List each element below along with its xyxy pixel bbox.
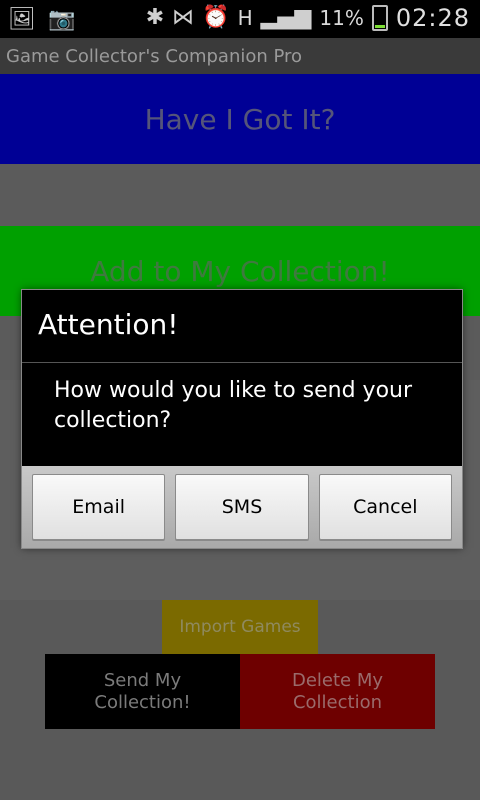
signal-type: H — [237, 6, 253, 30]
cancel-button[interactable]: Cancel — [318, 474, 452, 540]
email-button[interactable]: Email — [32, 474, 166, 540]
import-games-button[interactable]: Import Games — [162, 600, 318, 654]
camera-icon: 📷 — [47, 7, 76, 32]
have-i-got-it-button[interactable]: Have I Got It? — [0, 74, 480, 164]
delete-collection-button[interactable]: Delete My Collection — [240, 654, 435, 729]
image-icon: 🖼 — [8, 7, 36, 32]
status-bar: 🖼 📷 ✱ ⋈ ⏰ H ▂▄▆ 11% 02:28 — [0, 0, 480, 38]
send-collection-button[interactable]: Send My Collection! — [45, 654, 240, 729]
dialog-divider — [22, 362, 462, 363]
dialog-title: Attention! — [38, 308, 179, 341]
bluetooth-icon: ✱ — [145, 5, 165, 30]
network-icon: ⋈ — [172, 5, 195, 30]
app-title: Game Collector's Companion Pro — [0, 38, 480, 76]
sms-button[interactable]: SMS — [175, 474, 309, 540]
dialog-button-bar: Email SMS Cancel — [22, 466, 462, 548]
alarm-icon: ⏰ — [202, 5, 230, 30]
dialog-message: How would you like to send your collecti… — [54, 378, 413, 433]
battery-icon — [371, 5, 388, 31]
signal-icon: ▂▄▆ — [260, 5, 312, 30]
clock: 02:28 — [395, 4, 470, 32]
battery-percent: 11% — [319, 6, 364, 30]
attention-dialog: Attention! How would you like to send yo… — [22, 290, 462, 548]
